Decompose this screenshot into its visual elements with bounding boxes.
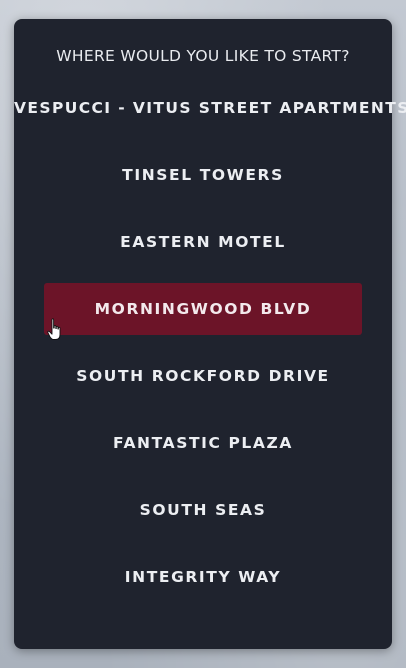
panel-title: WHERE WOULD YOU LIKE TO START? <box>56 47 350 65</box>
location-option-vespucci-vitus-street-apartments[interactable]: VESPUCCI - VITUS STREET APARTMENTS <box>14 82 406 134</box>
location-option-integrity-way[interactable]: INTEGRITY WAY <box>44 551 362 603</box>
location-option-tinsel-towers[interactable]: TINSEL TOWERS <box>44 149 362 201</box>
hand-pointer-icon <box>47 318 61 340</box>
location-option-fantastic-plaza[interactable]: FANTASTIC PLAZA <box>44 417 362 469</box>
location-option-morningwood-blvd[interactable]: MORNINGWOOD BLVD <box>44 283 362 335</box>
location-option-south-seas[interactable]: SOUTH SEAS <box>44 484 362 536</box>
location-option-eastern-motel[interactable]: EASTERN MOTEL <box>44 216 362 268</box>
spawn-selector-panel: WHERE WOULD YOU LIKE TO START? VESPUCCI … <box>14 19 406 649</box>
location-option-south-rockford-drive[interactable]: SOUTH ROCKFORD DRIVE <box>44 350 362 402</box>
